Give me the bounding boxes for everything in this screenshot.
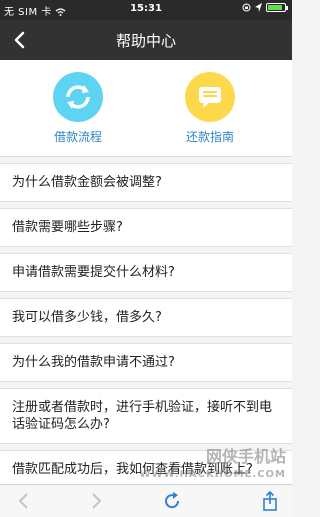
entry-loan-process[interactable]: 借款流程 bbox=[28, 72, 128, 145]
bottom-toolbar bbox=[0, 484, 292, 517]
faq-item[interactable]: 申请借款需要提交什么材料? bbox=[0, 253, 292, 292]
battery-icon bbox=[266, 3, 288, 12]
watermark-text: 网侠手机站 bbox=[205, 447, 286, 466]
chat-bubble-icon bbox=[185, 72, 235, 122]
entry-label: 借款流程 bbox=[53, 130, 102, 144]
reload-icon[interactable] bbox=[160, 489, 184, 513]
faq-item[interactable]: 我可以借多少钱，借多久? bbox=[0, 298, 292, 337]
status-bar: 无 SIM 卡 15:31 bbox=[0, 0, 292, 20]
forward-arrow-icon[interactable] bbox=[84, 489, 108, 513]
faq-item[interactable]: 为什么我的借款申请不通过? bbox=[0, 343, 292, 382]
nav-bar: 帮助中心 bbox=[0, 20, 292, 60]
quick-entry-panel: 借款流程 还款指南 bbox=[0, 60, 292, 157]
watermark: 网侠手机站 WWW.HACKHOME.COM bbox=[139, 448, 286, 484]
entry-label: 还款指南 bbox=[185, 130, 234, 144]
faq-item[interactable]: 借款需要哪些步骤? bbox=[0, 208, 292, 247]
watermark-sub: WWW.HACKHOME.COM bbox=[139, 469, 286, 480]
entry-repayment-guide[interactable]: 还款指南 bbox=[160, 72, 260, 145]
refresh-icon bbox=[53, 72, 103, 122]
back-arrow-icon[interactable] bbox=[12, 489, 36, 513]
share-icon[interactable] bbox=[258, 489, 282, 513]
status-right bbox=[242, 3, 288, 12]
faq-list: 为什么借款金额会被调整? 借款需要哪些步骤? 申请借款需要提交什么材料? 我可以… bbox=[0, 163, 292, 495]
faq-item[interactable]: 注册或者借款时，进行手机验证，接听不到电话验证码怎么办? bbox=[0, 388, 292, 444]
orientation-lock-icon bbox=[242, 3, 251, 12]
page-title: 帮助中心 bbox=[115, 32, 176, 50]
faq-item[interactable]: 为什么借款金额会被调整? bbox=[0, 163, 292, 202]
location-icon bbox=[255, 3, 262, 12]
